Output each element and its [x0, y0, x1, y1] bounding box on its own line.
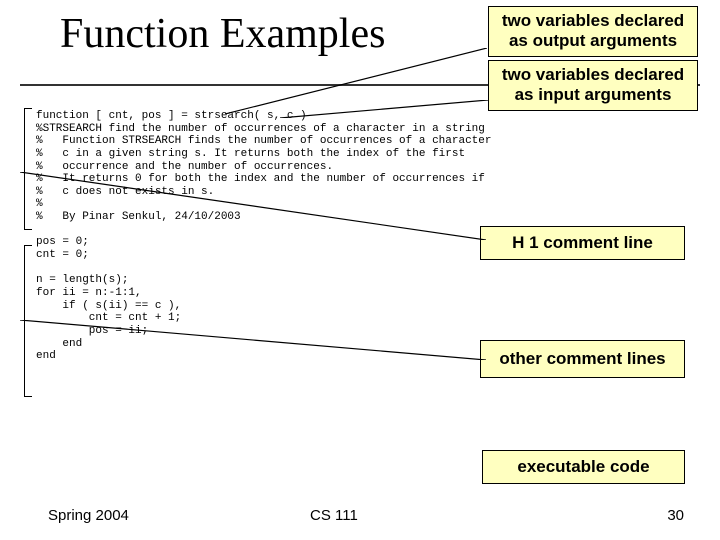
code-block: function [ cnt, pos ] = strsearch( s, c …	[36, 110, 491, 363]
callout-executable: executable code	[482, 450, 685, 484]
footer-center: CS 111	[310, 507, 358, 524]
footer-left: Spring 2004	[48, 507, 129, 524]
bracket-comments	[24, 108, 32, 230]
callout-input-args: two variables declared as input argument…	[488, 60, 698, 111]
callout-other-comments: other comment lines	[480, 340, 685, 378]
callout-h1-comment: H 1 comment line	[480, 226, 685, 260]
callout-output-args: two variables declared as output argumen…	[488, 6, 698, 57]
bracket-executable	[24, 245, 32, 397]
footer-page-number: 30	[667, 507, 684, 524]
